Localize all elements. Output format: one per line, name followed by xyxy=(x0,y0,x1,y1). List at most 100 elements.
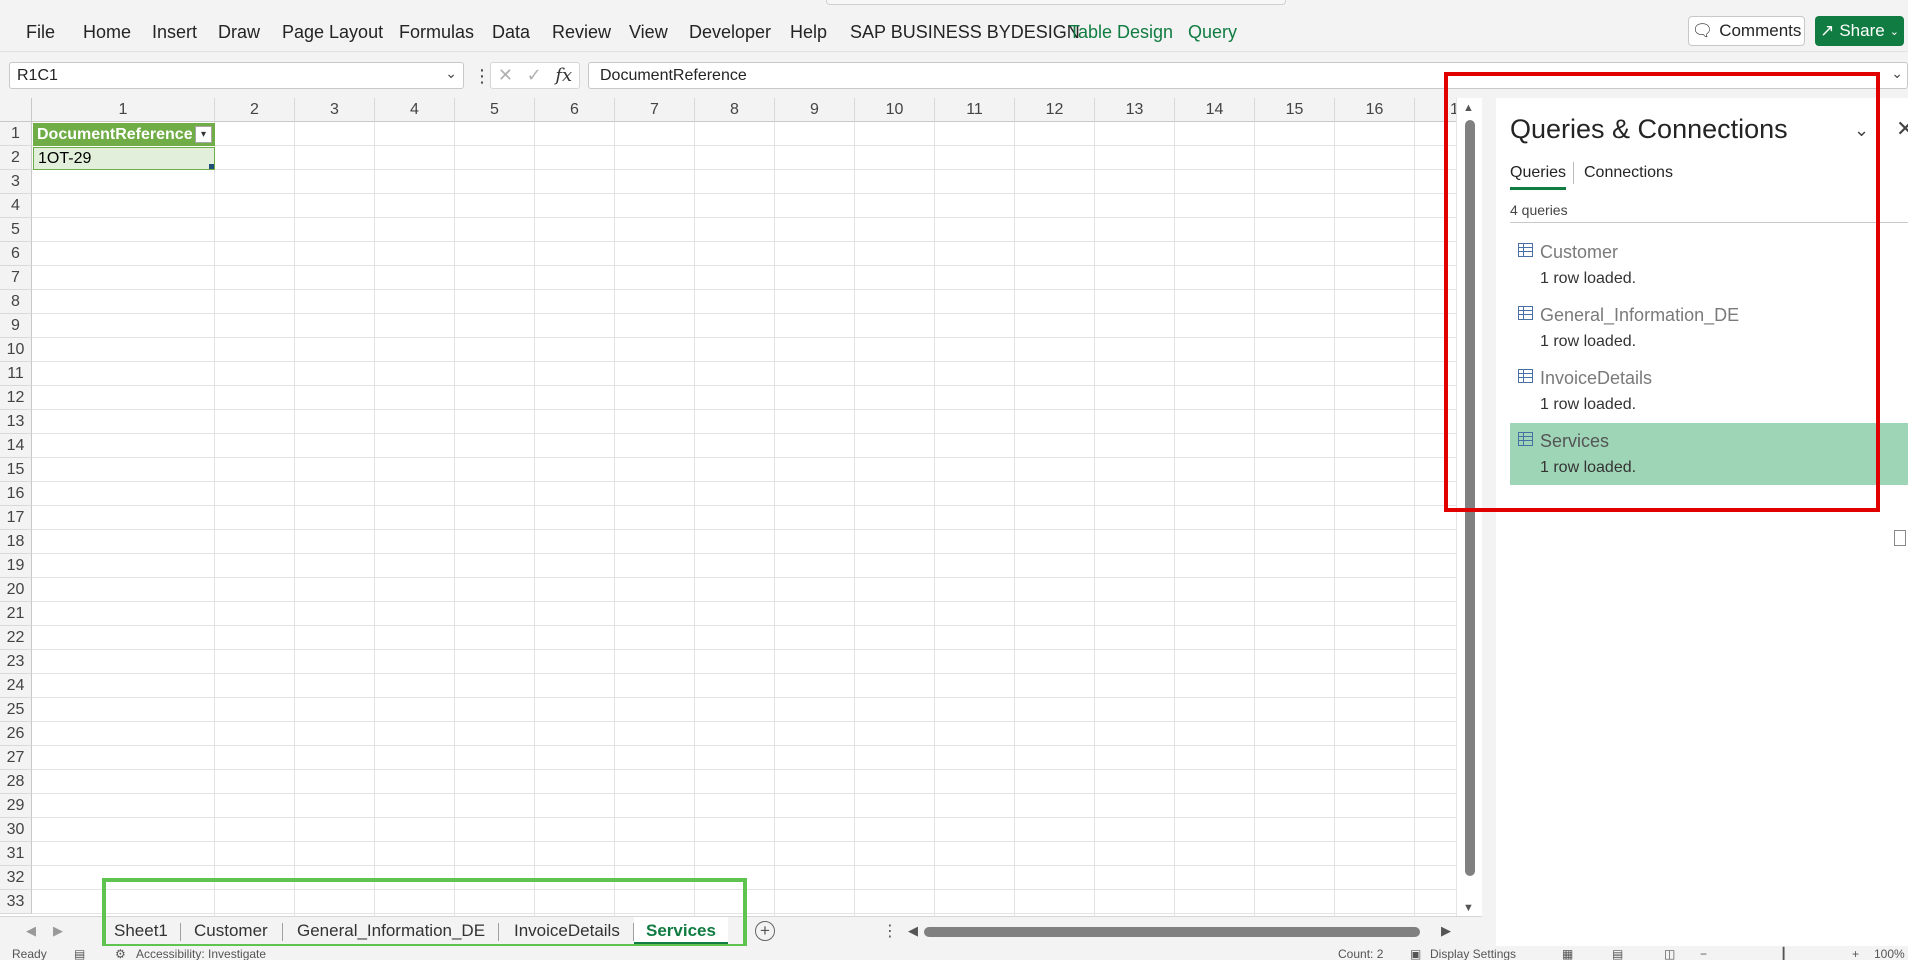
column-header[interactable]: 16 xyxy=(1335,98,1415,122)
row-header[interactable]: 5 xyxy=(0,218,32,242)
tab-draw[interactable]: Draw xyxy=(218,22,260,43)
column-header[interactable]: 15 xyxy=(1255,98,1335,122)
row-header[interactable]: 3 xyxy=(0,170,32,194)
column-header[interactable]: 9 xyxy=(775,98,855,122)
row-header[interactable]: 13 xyxy=(0,410,32,434)
row-header[interactable]: 32 xyxy=(0,866,32,890)
column-header[interactable]: 3 xyxy=(295,98,375,122)
next-sheet-icon[interactable]: ▶ xyxy=(53,923,63,939)
row-header[interactable]: 4 xyxy=(0,194,32,218)
query-item-general-information-de[interactable]: General_Information_DE 1 row loaded. xyxy=(1510,297,1908,359)
row-header[interactable]: 26 xyxy=(0,722,32,746)
scroll-down-icon[interactable]: ▼ xyxy=(1463,902,1474,914)
share-button[interactable]: ↗ Share ⌄ xyxy=(1815,16,1904,46)
comments-button[interactable]: 🗨 Comments xyxy=(1688,16,1805,46)
insert-function-icon[interactable]: fx xyxy=(555,65,572,86)
row-header[interactable]: 15 xyxy=(0,458,32,482)
table-data-cell[interactable]: 1OT-29 xyxy=(33,147,215,170)
row-header[interactable]: 6 xyxy=(0,242,32,266)
query-item-services[interactable]: Services 1 row loaded. xyxy=(1510,423,1908,485)
sheet-tab-customer[interactable]: Customer xyxy=(194,917,268,945)
display-settings-icon[interactable]: ▣ xyxy=(1410,947,1421,960)
tab-help[interactable]: Help xyxy=(790,22,827,43)
row-header[interactable]: 24 xyxy=(0,674,32,698)
zoom-level[interactable]: 100% xyxy=(1874,947,1905,960)
tab-sap-business-bydesign[interactable]: SAP BUSINESS BYDESIGN xyxy=(850,22,1080,43)
close-icon[interactable]: ✕ xyxy=(1896,116,1908,142)
normal-view-icon[interactable]: ▦ xyxy=(1562,947,1573,960)
check-icon[interactable]: ✓ xyxy=(527,65,542,86)
filter-dropdown-icon[interactable]: ▾ xyxy=(195,126,212,143)
select-all-corner[interactable] xyxy=(0,98,32,122)
row-header[interactable]: 30 xyxy=(0,818,32,842)
row-header[interactable]: 16 xyxy=(0,482,32,506)
row-header[interactable]: 1 xyxy=(0,122,32,146)
display-settings[interactable]: Display Settings xyxy=(1430,947,1516,960)
row-header[interactable]: 14 xyxy=(0,434,32,458)
row-header[interactable]: 2 xyxy=(0,146,32,170)
formula-input[interactable]: DocumentReference ⌄ xyxy=(588,62,1908,89)
tab-data[interactable]: Data xyxy=(492,22,530,43)
row-header[interactable]: 10 xyxy=(0,338,32,362)
chevron-down-icon[interactable]: ⌄ xyxy=(1891,65,1903,82)
row-header[interactable]: 7 xyxy=(0,266,32,290)
tab-page-layout[interactable]: Page Layout xyxy=(282,22,383,43)
more-options-icon[interactable]: ⋮ xyxy=(882,921,898,941)
zoom-out-icon[interactable]: − xyxy=(1700,947,1707,960)
scroll-right-icon[interactable]: ▶ xyxy=(1441,923,1451,939)
sheet-tab-services[interactable]: Services xyxy=(634,917,728,945)
query-item-invoicedetails[interactable]: InvoiceDetails 1 row loaded. xyxy=(1510,360,1908,422)
sheet-tab-invoicedetails[interactable]: InvoiceDetails xyxy=(514,917,620,945)
row-header[interactable]: 27 xyxy=(0,746,32,770)
chevron-down-icon[interactable]: ⌄ xyxy=(445,65,457,82)
add-sheet-button[interactable]: + xyxy=(755,921,775,941)
more-options-icon[interactable]: ⋮ xyxy=(473,66,491,87)
column-header[interactable]: 13 xyxy=(1095,98,1175,122)
column-header[interactable]: 4 xyxy=(375,98,455,122)
column-header[interactable]: 7 xyxy=(615,98,695,122)
table-resize-handle[interactable] xyxy=(209,164,214,169)
column-header[interactable]: 11 xyxy=(935,98,1015,122)
column-header[interactable]: 1 xyxy=(32,98,215,122)
tab-view[interactable]: View xyxy=(629,22,668,43)
prev-sheet-icon[interactable]: ◀ xyxy=(26,923,36,939)
tab-queries[interactable]: Queries xyxy=(1510,164,1567,190)
chevron-down-icon[interactable]: ⌄ xyxy=(1854,120,1869,141)
vertical-scrollbar[interactable]: ▲ ▼ xyxy=(1456,98,1482,918)
row-header[interactable]: 29 xyxy=(0,794,32,818)
row-header[interactable]: 11 xyxy=(0,362,32,386)
page-break-view-icon[interactable]: ◫ xyxy=(1664,947,1675,960)
row-header[interactable]: 31 xyxy=(0,842,32,866)
column-header[interactable]: 8 xyxy=(695,98,775,122)
column-header[interactable]: 1 xyxy=(1415,98,1456,122)
zoom-in-icon[interactable]: + xyxy=(1852,947,1859,960)
tab-review[interactable]: Review xyxy=(552,22,611,43)
row-header[interactable]: 21 xyxy=(0,602,32,626)
row-header[interactable]: 22 xyxy=(0,626,32,650)
tab-file[interactable]: File xyxy=(26,22,55,43)
horizontal-scroll-thumb[interactable] xyxy=(924,927,1420,937)
column-header[interactable]: 10 xyxy=(855,98,935,122)
scroll-left-icon[interactable]: ◀ xyxy=(908,923,918,939)
row-header[interactable]: 17 xyxy=(0,506,32,530)
cancel-icon[interactable]: ✕ xyxy=(498,65,513,86)
accessibility-status[interactable]: Accessibility: Investigate xyxy=(136,947,266,960)
page-layout-view-icon[interactable]: ▤ xyxy=(1612,947,1623,960)
accessibility-icon[interactable]: ⚙ xyxy=(115,947,126,960)
sheet-tab-general-information-de[interactable]: General_Information_DE xyxy=(297,917,485,945)
column-header[interactable]: 2 xyxy=(215,98,295,122)
tab-query[interactable]: Query xyxy=(1188,22,1237,43)
row-header[interactable]: 9 xyxy=(0,314,32,338)
zoom-slider-thumb[interactable]: ┃ xyxy=(1780,947,1787,960)
query-options-icon[interactable] xyxy=(1894,530,1906,546)
column-header[interactable]: 6 xyxy=(535,98,615,122)
tab-insert[interactable]: Insert xyxy=(152,22,197,43)
row-header[interactable]: 28 xyxy=(0,770,32,794)
tab-connections[interactable]: Connections xyxy=(1584,164,1673,182)
name-box[interactable]: R1C1 ⌄ xyxy=(9,62,464,89)
row-header[interactable]: 20 xyxy=(0,578,32,602)
tab-home[interactable]: Home xyxy=(83,22,131,43)
row-header[interactable]: 23 xyxy=(0,650,32,674)
macro-icon[interactable]: ▤ xyxy=(74,947,85,960)
column-header[interactable]: 5 xyxy=(455,98,535,122)
